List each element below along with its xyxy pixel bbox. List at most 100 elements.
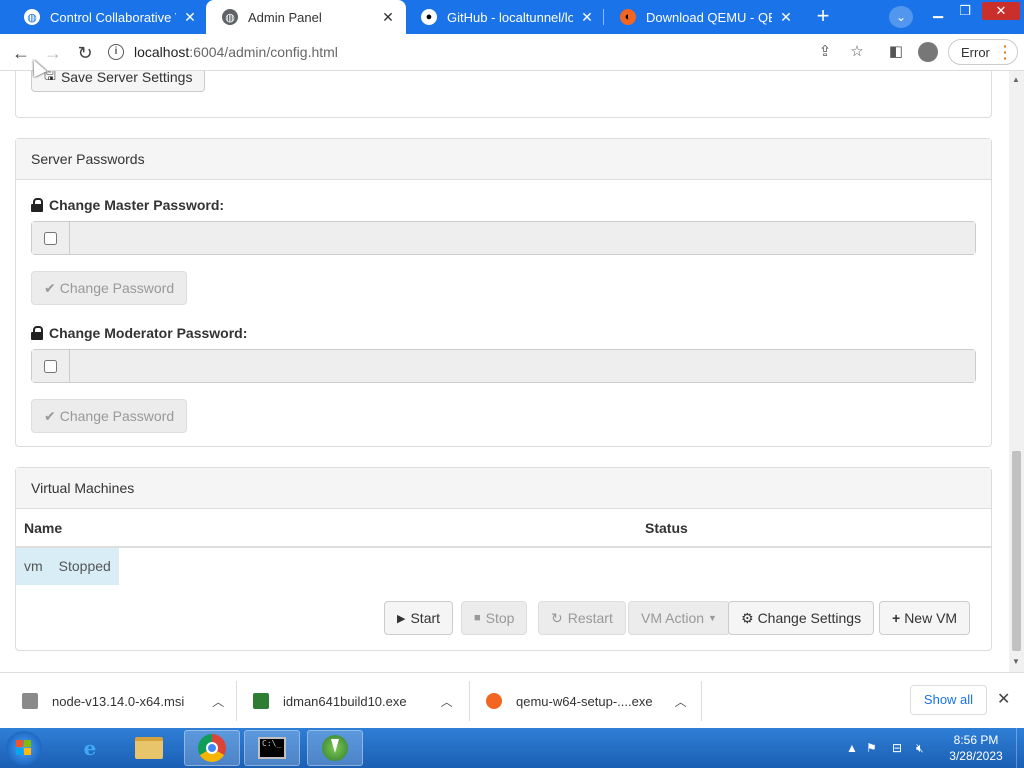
chevron-up-icon[interactable]: ︿: [675, 693, 687, 710]
save-server-settings-button[interactable]: 🖫 Save Server Settings: [31, 71, 206, 92]
change-moderator-password-button[interactable]: ✔ Change Password: [31, 399, 188, 433]
close-tab-icon[interactable]: ✕: [380, 9, 396, 26]
forward-arrow-icon[interactable]: →: [40, 40, 66, 66]
download-item-node[interactable]: node-v13.14.0-x64.msi ︿: [22, 673, 224, 729]
msi-file-icon: [22, 693, 38, 709]
tab-title: Control Collaborative Vir: [50, 9, 176, 25]
tab-search-chevron-icon[interactable]: ⌄: [889, 6, 913, 28]
change-master-password-button[interactable]: ✔ Change Password: [31, 271, 188, 305]
save-server-settings-label: Save Server Settings: [60, 71, 193, 85]
show-hidden-icons-icon[interactable]: ▲: [846, 728, 858, 768]
save-icon: 🖫: [44, 71, 56, 83]
qemu-file-icon: [486, 693, 502, 709]
plus-icon: +: [892, 610, 901, 626]
tab-admin-panel[interactable]: ◍ Admin Panel ✕: [206, 0, 406, 34]
chevron-up-icon[interactable]: ︿: [441, 693, 453, 710]
action-center-flag-icon[interactable]: ⚑: [866, 728, 877, 768]
new-vm-label: New VM: [904, 610, 958, 626]
scrollbar-thumb[interactable]: [1012, 451, 1021, 651]
error-button[interactable]: Error · · ·: [948, 39, 1018, 65]
profile-avatar-icon[interactable]: [918, 42, 938, 62]
browser-tab-strip: ◍ Control Collaborative Vir ✕ ◍ Admin Pa…: [0, 0, 1024, 34]
scroll-up-arrow-icon[interactable]: ▲: [1012, 75, 1020, 84]
vm-action-dropdown[interactable]: VM Action ▼: [628, 601, 730, 635]
virtual-machines-panel: Virtual Machines Name Status vm Stopped ▶…: [15, 467, 992, 651]
restart-vm-button[interactable]: ↻ Restart: [538, 601, 626, 635]
change-password-label: Change Password: [59, 280, 175, 296]
clock-date: 3/28/2023: [949, 749, 1003, 763]
side-panel-icon[interactable]: ◧: [886, 42, 906, 62]
column-header-status: Status: [637, 509, 991, 548]
checkmark-icon: ✔: [44, 279, 56, 296]
master-password-field[interactable]: [70, 222, 975, 254]
change-settings-button[interactable]: ⚙ Change Settings: [728, 601, 875, 635]
page-scrollbar[interactable]: ▲ ▼: [1009, 71, 1024, 672]
panel-heading: Server Passwords: [16, 139, 991, 180]
site-info-icon[interactable]: i: [108, 44, 124, 60]
download-separator: [469, 681, 470, 721]
scroll-down-arrow-icon[interactable]: ▼: [1012, 657, 1020, 666]
gear-icon: ⚙: [741, 609, 754, 626]
chrome-icon[interactable]: [184, 730, 240, 766]
new-vm-button[interactable]: + New VM: [879, 601, 971, 635]
tab-title: Download QEMU - QEMU: [646, 9, 772, 25]
vm-table: Name Status vm Stopped: [16, 509, 991, 585]
lock-icon: [31, 198, 43, 212]
volume-muted-icon[interactable]: 🔇︎: [916, 728, 924, 768]
tab-download-qemu[interactable]: ◐ Download QEMU - QEMU ✕: [604, 0, 804, 34]
close-window-button[interactable]: ✕: [982, 2, 1020, 20]
moderator-password-label: Change Moderator Password:: [31, 325, 247, 341]
internet-download-manager-icon[interactable]: [307, 730, 363, 766]
download-item-qemu[interactable]: qemu-w64-setup-....exe ︿: [486, 673, 687, 729]
show-desktop-button[interactable]: [1016, 728, 1024, 768]
globe-icon: ◍: [222, 9, 238, 25]
share-icon[interactable]: ⇪: [815, 42, 835, 62]
menu-dots-icon: · · ·: [1003, 38, 1008, 66]
close-shelf-icon[interactable]: ✕: [997, 689, 1010, 709]
start-button[interactable]: [6, 731, 42, 765]
change-settings-label: Change Settings: [757, 610, 862, 626]
tab-title: Admin Panel: [248, 9, 322, 25]
refresh-icon: ↻: [551, 609, 563, 626]
play-icon: ▶: [397, 612, 406, 625]
tab-control-collaborative[interactable]: ◍ Control Collaborative Vir ✕: [8, 0, 208, 34]
close-tab-icon[interactable]: ✕: [778, 9, 794, 26]
browser-toolbar: ← → ↻ i localhost:6004/admin/config.html…: [0, 34, 1024, 71]
panel-heading: Virtual Machines: [16, 468, 991, 509]
taskbar-clock[interactable]: 8:56 PM 3/28/2023: [944, 732, 1008, 764]
close-tab-icon[interactable]: ✕: [579, 9, 595, 26]
vm-name: vm: [24, 558, 43, 574]
address-bar[interactable]: i localhost:6004/admin/config.html: [108, 38, 808, 66]
moderator-password-input-group: [31, 349, 976, 383]
moderator-password-field[interactable]: [70, 350, 975, 382]
qemu-icon: ◐: [620, 9, 636, 25]
minimize-window-button[interactable]: ▁: [928, 2, 948, 20]
vm-row-highlight[interactable]: vm Stopped: [16, 548, 119, 585]
start-label: Start: [410, 610, 441, 626]
master-password-enable-checkbox[interactable]: [44, 231, 57, 245]
download-item-idman[interactable]: idman641build10.exe ︿: [253, 673, 453, 729]
start-vm-button[interactable]: ▶ Start: [384, 601, 454, 635]
internet-explorer-icon[interactable]: e: [62, 730, 118, 766]
close-tab-icon[interactable]: ✕: [182, 9, 198, 26]
stop-icon: ■: [474, 612, 481, 624]
lock-icon: [31, 326, 43, 340]
download-filename: idman641build10.exe: [283, 693, 407, 709]
command-prompt-icon[interactable]: C:\_: [244, 730, 300, 766]
network-icon[interactable]: ⊟: [892, 728, 902, 768]
tab-github-localtunnel[interactable]: ● GitHub - localtunnel/loca ✕: [405, 0, 605, 34]
vm-row-cell: vm Stopped: [16, 546, 991, 585]
restore-window-button[interactable]: ❐: [955, 2, 975, 20]
download-separator: [236, 681, 237, 721]
new-tab-button[interactable]: +: [810, 5, 836, 29]
chevron-up-icon[interactable]: ︿: [212, 693, 224, 710]
server-passwords-panel: Server Passwords Change Master Password:…: [15, 138, 992, 447]
show-all-downloads-button[interactable]: Show all: [910, 685, 987, 715]
file-explorer-icon[interactable]: [121, 730, 177, 766]
reload-icon[interactable]: ↻: [72, 40, 98, 66]
table-row[interactable]: vm Stopped: [16, 546, 991, 585]
moderator-password-enable-checkbox[interactable]: [44, 359, 57, 373]
server-settings-panel: 🖫 Save Server Settings: [15, 71, 992, 118]
bookmark-star-icon[interactable]: ☆: [847, 42, 867, 62]
stop-vm-button[interactable]: ■ Stop: [461, 601, 528, 635]
